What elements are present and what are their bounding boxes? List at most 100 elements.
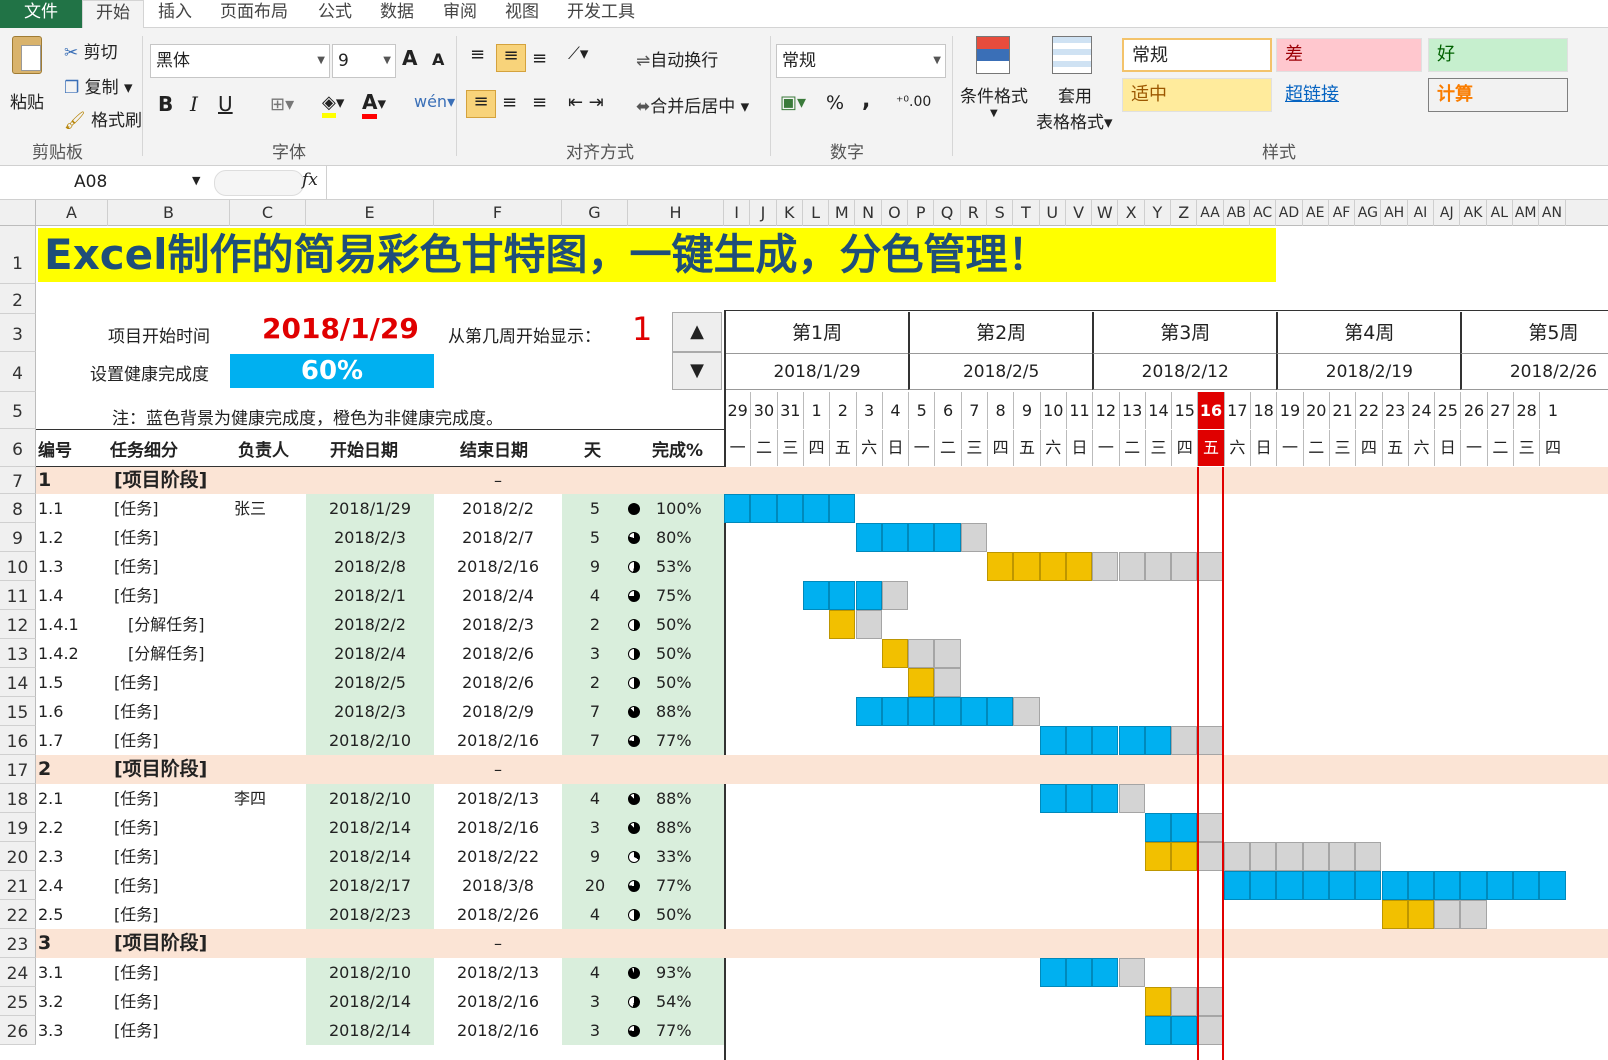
- indent-icon[interactable]: ⇤ ⇥: [568, 92, 604, 113]
- column-header-k[interactable]: K: [777, 200, 803, 226]
- bold-button[interactable]: B: [158, 92, 173, 116]
- column-header-o[interactable]: O: [882, 200, 909, 226]
- column-header-q[interactable]: Q: [934, 200, 961, 226]
- column-header-w[interactable]: W: [1092, 200, 1119, 226]
- column-header-a[interactable]: A: [36, 200, 108, 226]
- task-start[interactable]: 2018/1/29: [306, 494, 434, 523]
- row-header-8[interactable]: 8: [0, 494, 36, 523]
- column-header-aj[interactable]: AJ: [1434, 200, 1461, 226]
- row-header-19[interactable]: 19: [0, 813, 36, 842]
- task-row[interactable]: 3.3 [任务] 2018/2/14 3 77% 2018/2/16: [36, 1016, 1608, 1045]
- phonetic-icon[interactable]: wén▾: [414, 92, 455, 111]
- underline-button[interactable]: U: [218, 92, 233, 116]
- shrink-font-button[interactable]: A: [432, 50, 444, 69]
- font-color-button[interactable]: A▾: [362, 90, 386, 119]
- task-row[interactable]: 2.5 [任务] 2018/2/23 4 50% 2018/2/26: [36, 900, 1608, 929]
- column-header-c[interactable]: C: [230, 200, 306, 226]
- orientation-icon[interactable]: ⟋▾: [568, 44, 588, 64]
- task-start[interactable]: 2018/2/14: [306, 987, 434, 1016]
- column-header-y[interactable]: Y: [1145, 200, 1172, 226]
- tab-view[interactable]: 视图: [505, 0, 539, 28]
- task-start[interactable]: 2018/2/14: [306, 1016, 434, 1045]
- column-header-ab[interactable]: AB: [1224, 200, 1250, 226]
- row-header-11[interactable]: 11: [0, 581, 36, 610]
- style-neutral[interactable]: 适中: [1122, 78, 1272, 112]
- row-header-18[interactable]: 18: [0, 784, 36, 813]
- font-name-select[interactable]: 黑体 ▼: [150, 44, 330, 78]
- align-middle-icon[interactable]: ≡: [496, 44, 526, 72]
- column-header-u[interactable]: U: [1040, 200, 1066, 226]
- italic-button[interactable]: I: [190, 92, 198, 116]
- row-header-2[interactable]: 2: [0, 284, 36, 314]
- column-header-j[interactable]: J: [750, 200, 777, 226]
- task-row[interactable]: 1.6 [任务] 2018/2/3 7 88% 2018/2/9: [36, 697, 1608, 726]
- row-header-4[interactable]: 4: [0, 352, 36, 392]
- task-start[interactable]: 2018/2/4: [306, 639, 434, 668]
- column-header-am[interactable]: AM: [1513, 200, 1540, 226]
- row-header-16[interactable]: 16: [0, 726, 36, 755]
- row-header-15[interactable]: 15: [0, 697, 36, 726]
- task-row[interactable]: 1.2 [任务] 2018/2/3 5 80% 2018/2/7: [36, 523, 1608, 552]
- column-header-b[interactable]: B: [108, 200, 230, 226]
- task-start[interactable]: 2018/2/8: [306, 552, 434, 581]
- tab-developer[interactable]: 开发工具: [567, 0, 635, 28]
- task-start[interactable]: 2018/2/23: [306, 900, 434, 929]
- row-header-17[interactable]: 17: [0, 755, 36, 784]
- row-header-12[interactable]: 12: [0, 610, 36, 639]
- column-header-h[interactable]: H: [628, 200, 724, 226]
- task-row[interactable]: 3.2 [任务] 2018/2/14 3 54% 2018/2/16: [36, 987, 1608, 1016]
- format-painter-button[interactable]: 🖌 格式刷: [64, 106, 142, 131]
- task-row[interactable]: 1.4 [任务] 2018/2/1 4 75% 2018/2/4: [36, 581, 1608, 610]
- row-header-13[interactable]: 13: [0, 639, 36, 668]
- font-size-select[interactable]: 9 ▼: [332, 44, 396, 78]
- row-header-22[interactable]: 22: [0, 900, 36, 929]
- task-row[interactable]: 2.3 [任务] 2018/2/14 9 33% 2018/2/22: [36, 842, 1608, 871]
- align-bottom-icon[interactable]: ≡: [532, 48, 547, 69]
- increase-decimal-icon[interactable]: ⁺⁰.00: [896, 94, 931, 110]
- row-header-21[interactable]: 21: [0, 871, 36, 900]
- align-right-icon[interactable]: ≡: [532, 92, 547, 113]
- chevron-down-icon[interactable]: ▼: [192, 174, 200, 187]
- tab-page-layout[interactable]: 页面布局: [220, 0, 288, 28]
- row-header-7[interactable]: 7: [0, 467, 36, 494]
- task-row[interactable]: 1.4.1 [分解任务] 2018/2/2 2 50% 2018/2/3: [36, 610, 1608, 639]
- percent-button[interactable]: %: [826, 92, 844, 114]
- task-row[interactable]: 3.1 [任务] 2018/2/10 4 93% 2018/2/13: [36, 958, 1608, 987]
- column-header-ai[interactable]: AI: [1408, 200, 1435, 226]
- column-header-ah[interactable]: AH: [1382, 200, 1408, 226]
- column-header-aa[interactable]: AA: [1197, 200, 1224, 226]
- currency-icon[interactable]: ▣▾: [780, 92, 806, 113]
- tab-home[interactable]: 开始: [82, 0, 144, 29]
- column-header-af[interactable]: AF: [1329, 200, 1356, 226]
- select-all-corner[interactable]: [0, 200, 36, 226]
- row-header-9[interactable]: 9: [0, 523, 36, 552]
- style-good[interactable]: 好: [1428, 38, 1568, 72]
- column-header-x[interactable]: X: [1119, 200, 1145, 226]
- row-header-23[interactable]: 23: [0, 929, 36, 958]
- tab-data[interactable]: 数据: [380, 0, 414, 28]
- column-header-f[interactable]: F: [434, 200, 562, 226]
- column-header-t[interactable]: T: [1013, 200, 1040, 226]
- align-top-icon[interactable]: ≡: [470, 44, 485, 65]
- start-week-value[interactable]: 1: [632, 310, 652, 348]
- tab-file[interactable]: 文件: [0, 0, 82, 28]
- tab-formulas[interactable]: 公式: [318, 0, 352, 28]
- task-row[interactable]: 2.2 [任务] 2018/2/14 3 88% 2018/2/16: [36, 813, 1608, 842]
- row-header-14[interactable]: 14: [0, 668, 36, 697]
- format-as-table-button[interactable]: 套用 表格格式▾: [1036, 36, 1116, 133]
- row-header-24[interactable]: 24: [0, 958, 36, 987]
- copy-button[interactable]: ❐ 复制 ▾: [64, 73, 133, 98]
- start-time-value[interactable]: 2018/1/29: [262, 312, 419, 345]
- fx-icon[interactable]: fx: [302, 170, 318, 190]
- column-header-an[interactable]: AN: [1539, 200, 1566, 226]
- row-header-10[interactable]: 10: [0, 552, 36, 581]
- task-start[interactable]: 2018/2/3: [306, 523, 434, 552]
- task-start[interactable]: 2018/2/10: [306, 726, 434, 755]
- column-header-al[interactable]: AL: [1487, 200, 1513, 226]
- spin-up-button[interactable]: ▲: [672, 312, 722, 352]
- tab-review[interactable]: 审阅: [443, 0, 477, 28]
- align-left-icon[interactable]: ≡: [466, 90, 496, 118]
- grow-font-button[interactable]: A: [402, 46, 417, 70]
- task-start[interactable]: 2018/2/1: [306, 581, 434, 610]
- name-box[interactable]: A08: [74, 172, 107, 192]
